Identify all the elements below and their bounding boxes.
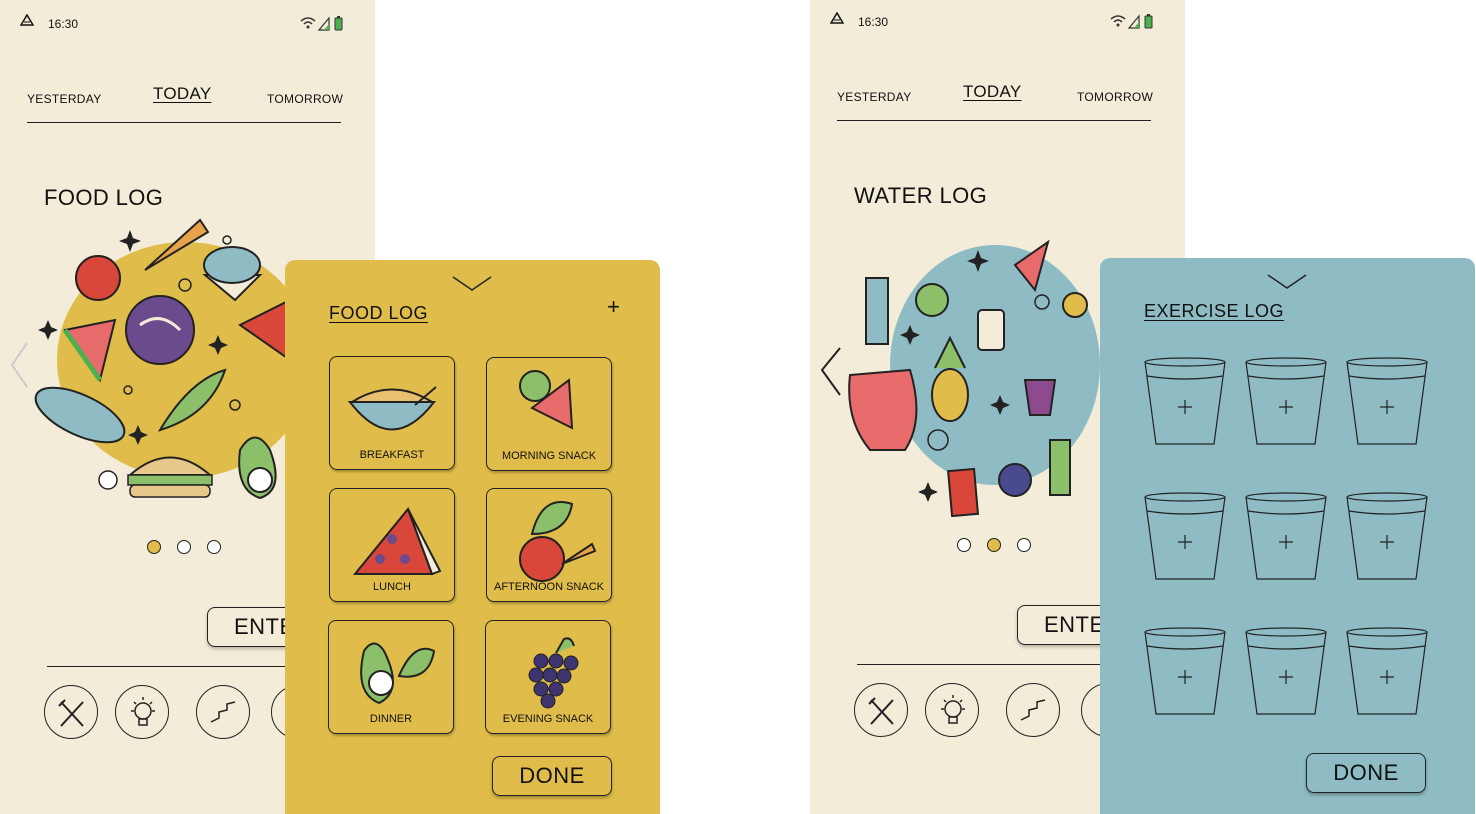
water-glass-button[interactable] [1244,491,1328,583]
glass-icon [1144,492,1226,580]
status-time: 16:30 [48,17,79,31]
water-glass-button[interactable] [1143,626,1227,718]
fork-knife-icon [58,699,84,727]
nav-tips-button[interactable] [925,683,979,737]
food-log-sheet: FOOD LOG + BREAKFAST MORNING SNACK LUNCH… [285,260,660,814]
meal-afternoon-snack[interactable]: AFTERNOON SNACK [486,488,612,602]
grapes-icon [528,637,579,709]
pizza-icon [352,507,442,576]
meal-label: EVENING SNACK [502,713,594,725]
water-glass-button[interactable] [1143,491,1227,583]
veggies-icon [519,501,597,582]
exercise-log-sheet: EXERCISE LOG DONE [1100,258,1475,814]
tab-today[interactable]: TODAY [153,84,212,104]
nav-food-button[interactable] [44,685,98,739]
day-navigation: YESTERDAY TODAY TOMORROW [837,80,1153,121]
glass-icon [1346,492,1428,580]
day-navigation: YESTERDAY TODAY TOMORROW [27,82,343,123]
tab-tomorrow[interactable]: TOMORROW [1077,90,1153,104]
water-glass-button[interactable] [1143,356,1227,448]
cereal-bowl-icon [347,386,437,431]
carousel-dot-3[interactable] [207,540,221,554]
tab-yesterday[interactable]: YESTERDAY [837,90,912,104]
lightbulb-icon [131,697,155,726]
tab-yesterday[interactable]: YESTERDAY [27,92,102,106]
glass-icon [1144,357,1226,445]
carousel-dots [147,540,267,556]
nav-stairs-button[interactable] [1006,683,1060,737]
glass-icon [1346,357,1428,445]
page-title: WATER LOG [854,183,988,208]
chevron-down-icon[interactable] [452,276,492,292]
fruit-icon [519,370,574,430]
done-button[interactable]: DONE [492,756,612,796]
avocado-icon [360,642,436,705]
water-glass-button[interactable] [1345,626,1429,718]
meal-label: DINNER [369,713,413,725]
carousel-dots [957,538,1077,554]
glass-icon [1144,627,1226,715]
glass-icon [1346,627,1428,715]
meal-label: AFTERNOON SNACK [493,581,604,593]
water-glass-button[interactable] [1345,491,1429,583]
status-bar: 16:30 [0,12,375,36]
glass-icon [1245,627,1327,715]
meal-label: LUNCH [373,581,411,593]
status-bar: 16:30 [810,10,1185,34]
status-icons [299,15,347,34]
tab-today[interactable]: TODAY [963,82,1022,102]
meal-lunch[interactable]: LUNCH [329,488,455,602]
warning-icon [19,13,35,29]
carousel-dot-1[interactable] [957,538,971,552]
lightbulb-icon [941,695,965,724]
water-glass-button[interactable] [1244,356,1328,448]
warning-icon [829,11,845,27]
sheet-title: EXERCISE LOG [1144,301,1285,321]
glass-icon [1245,357,1327,445]
sheet-title: FOOD LOG [329,303,429,323]
meal-dinner[interactable]: DINNER [328,620,454,734]
status-icons [1109,13,1157,32]
meal-morning-snack[interactable]: MORNING SNACK [486,357,612,471]
status-time: 16:30 [858,15,889,29]
meal-label: BREAKFAST [359,449,425,461]
stairs-icon [210,701,236,723]
carousel-dot-3[interactable] [1017,538,1031,552]
meal-evening-snack[interactable]: EVENING SNACK [485,620,611,734]
glass-icon [1245,492,1327,580]
carousel-dot-2[interactable] [987,538,1001,552]
nav-stairs-button[interactable] [196,685,250,739]
tab-tomorrow[interactable]: TOMORROW [267,92,343,106]
plus-icon[interactable]: + [607,294,620,320]
done-button[interactable]: DONE [1306,753,1426,793]
stairs-icon [1020,699,1046,721]
carousel-dot-2[interactable] [177,540,191,554]
water-glass-button[interactable] [1345,356,1429,448]
nav-food-button[interactable] [854,683,908,737]
carousel-dot-1[interactable] [147,540,161,554]
chevron-down-icon[interactable] [1267,274,1307,290]
fork-knife-icon [868,697,894,725]
nav-tips-button[interactable] [115,685,169,739]
meal-breakfast[interactable]: BREAKFAST [329,356,455,470]
water-glass-button[interactable] [1244,626,1328,718]
meal-label: MORNING SNACK [501,450,597,462]
